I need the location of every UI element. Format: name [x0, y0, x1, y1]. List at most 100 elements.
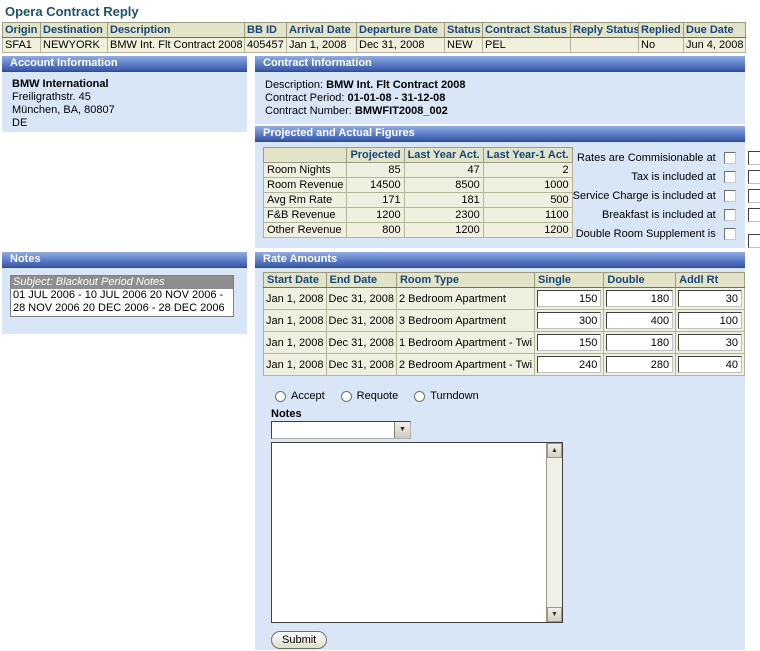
figures-value: 2300	[404, 208, 483, 223]
notes-category-select[interactable]: ▼	[271, 421, 411, 439]
reply-notes-textarea-wrap: ▲ ▼	[271, 442, 563, 623]
rate-double-input[interactable]	[606, 356, 673, 373]
figures-value: 1200	[483, 223, 572, 238]
contract-period-value: 01-01-08 - 31-12-08	[348, 92, 446, 104]
field-label: Contract Number:	[265, 105, 352, 117]
rate-header-cell: End Date	[326, 273, 396, 288]
rate-single-input[interactable]	[537, 356, 601, 373]
rate-addl-input[interactable]	[678, 290, 742, 307]
tax-included-checkbox[interactable]	[724, 171, 736, 183]
textarea-scrollbar[interactable]: ▲ ▼	[546, 443, 562, 622]
rate-header-cell: Addl Rt	[676, 273, 745, 288]
summary-header-cell: Replied	[639, 23, 684, 38]
requote-radio[interactable]	[341, 391, 352, 402]
rate-start-date: Jan 1, 2008	[264, 354, 327, 376]
summary-cell-reply-status	[571, 38, 639, 53]
summary-cell-arrival: Jan 1, 2008	[287, 38, 357, 53]
summary-cell-contract-status: PEL	[483, 38, 571, 53]
option-row: Tax is included at	[573, 167, 760, 186]
rate-single-input[interactable]	[537, 290, 601, 307]
figures-header-cell: Projected	[347, 148, 404, 163]
breakfast-included-checkbox[interactable]	[724, 209, 736, 221]
summary-data-row: SFA1 NEWYORK BMW Int. Flt Contract 2008 …	[3, 38, 746, 53]
figures-row: F&B Revenue 1200 2300 1100	[264, 208, 573, 223]
rate-amounts-section: Rate Amounts Start Date End Date Room Ty…	[255, 252, 745, 650]
scroll-down-icon[interactable]: ▼	[547, 607, 562, 622]
summary-cell-due-date: Jun 4, 2008	[684, 38, 746, 53]
rate-amounts-body: Start Date End Date Room Type Single Dou…	[255, 268, 745, 650]
reply-notes-textarea[interactable]	[272, 443, 546, 622]
opera-contract-reply-page: Opera Contract Reply Origin Destination …	[0, 0, 760, 651]
figures-row-label: Room Revenue	[264, 178, 347, 193]
rate-double-input[interactable]	[606, 312, 673, 329]
turndown-radio[interactable]	[414, 391, 425, 402]
option-label: Service Charge is included at	[573, 190, 716, 202]
option-label: Breakfast is included at	[602, 209, 716, 221]
rate-room-type: 3 Bedroom Apartment	[396, 310, 534, 332]
account-address-line: München, BA, 80807	[12, 104, 247, 117]
rate-room-type: 2 Bedroom Apartment	[396, 288, 534, 310]
breakfast-included-input[interactable]	[748, 208, 760, 222]
rates-commissionable-checkbox[interactable]	[724, 152, 736, 164]
summary-header-cell: Departure Date	[357, 23, 445, 38]
summary-cell-origin: SFA1	[3, 38, 41, 53]
summary-header-cell: Description	[108, 23, 245, 38]
double-room-supplement-checkbox[interactable]	[724, 228, 736, 240]
rate-room-type: 1 Bedroom Apartment - Twi	[396, 332, 534, 354]
contract-description-row: Description: BMW Int. Flt Contract 2008	[265, 79, 745, 92]
notes-subject: Subject: Blackout Period Notes	[11, 276, 233, 289]
rate-start-date: Jan 1, 2008	[264, 332, 327, 354]
rate-header-cell: Double	[604, 273, 676, 288]
figures-row: Other Revenue 800 1200 1200	[264, 223, 573, 238]
option-row: Service Charge is included at	[573, 186, 760, 205]
rate-addl-input[interactable]	[678, 312, 742, 329]
turndown-radio-label[interactable]: Turndown	[430, 390, 479, 402]
rates-commissionable-input[interactable]	[748, 151, 760, 165]
chevron-down-icon[interactable]: ▼	[394, 422, 410, 438]
field-label: Description:	[265, 79, 323, 91]
scroll-up-icon[interactable]: ▲	[547, 443, 562, 458]
figures-value: 47	[404, 163, 483, 178]
contract-number-row: Contract Number: BMWFIT2008_002	[265, 105, 745, 118]
figures-value: 1100	[483, 208, 572, 223]
figures-row-label: Avg Rm Rate	[264, 193, 347, 208]
figures-header-row: Projected Last Year Act. Last Year-1 Act…	[264, 148, 573, 163]
summary-header-cell: Contract Status	[483, 23, 571, 38]
contract-information-body: Description: BMW Int. Flt Contract 2008 …	[255, 72, 745, 124]
account-information-header: Account Information	[2, 56, 247, 72]
submit-button[interactable]: Submit	[271, 631, 327, 649]
notes-category-value[interactable]	[272, 422, 394, 438]
rate-single-input[interactable]	[537, 334, 601, 351]
summary-header-cell: Arrival Date	[287, 23, 357, 38]
rate-single-input[interactable]	[537, 312, 601, 329]
service-charge-checkbox[interactable]	[724, 190, 736, 202]
figures-row: Room Revenue 14500 8500 1000	[264, 178, 573, 193]
option-label: Tax is included at	[631, 171, 715, 183]
rate-amounts-table: Start Date End Date Room Type Single Dou…	[263, 272, 745, 376]
rate-row: Jan 1, 2008 Dec 31, 2008 1 Bedroom Apart…	[264, 332, 745, 354]
accept-radio[interactable]	[275, 391, 286, 402]
rate-options-group: Rates are Commisionable at Tax is includ…	[573, 147, 760, 248]
rate-header-cell: Single	[535, 273, 604, 288]
rate-header-cell: Room Type	[396, 273, 534, 288]
rate-double-input[interactable]	[606, 334, 673, 351]
accept-radio-label[interactable]: Accept	[291, 390, 325, 402]
figures-value: 1000	[483, 178, 572, 193]
notes-header: Notes	[2, 252, 247, 268]
tax-included-input[interactable]	[748, 170, 760, 184]
contract-summary-table: Origin Destination Description BB ID Arr…	[2, 22, 746, 53]
figures-value: 85	[347, 163, 404, 178]
option-label: Rates are Commisionable at	[577, 152, 716, 164]
rate-addl-input[interactable]	[678, 356, 742, 373]
rate-addl-input[interactable]	[678, 334, 742, 351]
field-label: Contract Period:	[265, 92, 344, 104]
rate-start-date: Jan 1, 2008	[264, 288, 327, 310]
double-room-supplement-input[interactable]	[748, 234, 760, 248]
figures-value: 500	[483, 193, 572, 208]
figures-value: 8500	[404, 178, 483, 193]
figures-value: 800	[347, 223, 404, 238]
requote-radio-label[interactable]: Requote	[357, 390, 399, 402]
rate-double-input[interactable]	[606, 290, 673, 307]
service-charge-input[interactable]	[748, 189, 760, 203]
figures-row-label: Room Nights	[264, 163, 347, 178]
